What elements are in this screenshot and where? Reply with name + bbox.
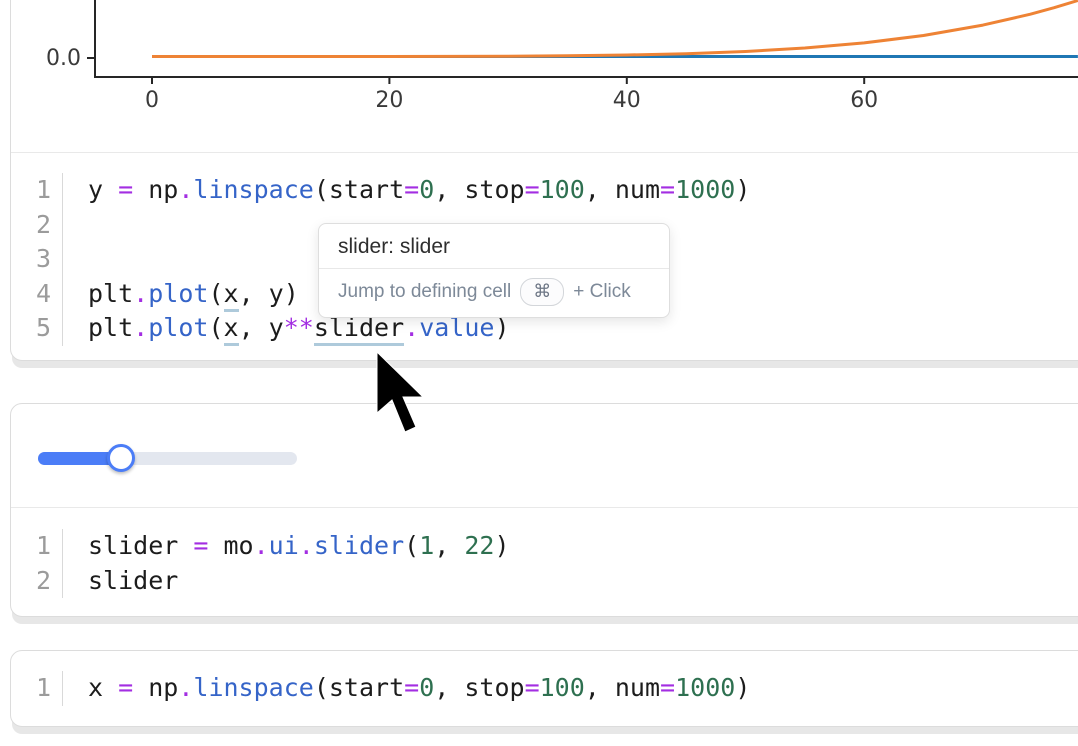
code-token: (start (314, 673, 404, 702)
code-token: ) (735, 673, 750, 702)
cell-output-slider (11, 404, 1078, 508)
code-token: . (254, 531, 269, 560)
x-tick-label: 0 (145, 88, 159, 113)
code-token: , num (585, 673, 660, 702)
x-tick-label: 40 (613, 88, 641, 113)
line-number: 5 (11, 311, 63, 346)
code-token: 0 (419, 175, 434, 204)
code-token: 22 (464, 531, 494, 560)
code-token: mo (208, 531, 253, 560)
code-text: x = np.linspace(start=0, stop=100, num=1… (63, 671, 750, 706)
code-token: ) (735, 175, 750, 204)
variable-reference[interactable]: x (224, 279, 239, 312)
code-token: np (133, 673, 178, 702)
code-token: ui (269, 531, 299, 560)
y-tick-label: 0.0 (46, 46, 81, 71)
code-token: y (88, 175, 118, 204)
line-number: 4 (11, 277, 63, 312)
variable-reference[interactable]: x (224, 313, 239, 346)
code-token: . (133, 279, 148, 308)
code-token: = (118, 175, 133, 204)
code-token: , y) (239, 279, 299, 308)
code-token: linspace (193, 673, 313, 702)
code-token: . (299, 531, 314, 560)
slider-widget[interactable] (38, 452, 297, 465)
code-editor[interactable]: 1x = np.linspace(start=0, stop=100, num=… (11, 651, 1078, 726)
tooltip-title: slider: slider (319, 224, 669, 268)
code-token: ( (208, 279, 223, 308)
notebook-cell-x: 1x = np.linspace(start=0, stop=100, num=… (10, 650, 1078, 727)
code-token: linspace (193, 175, 313, 204)
code-token: (start (314, 175, 404, 204)
code-token: = (660, 673, 675, 702)
line-number: 1 (11, 671, 63, 706)
code-text: y = np.linspace(start=0, stop=100, num=1… (63, 173, 750, 208)
code-token: slider (88, 566, 178, 595)
code-token: = (193, 531, 208, 560)
cell-output-chart: 0.0 0 20 40 60 (11, 0, 1078, 153)
chart-line-y-power-slider-value (152, 1, 1078, 57)
code-text (63, 242, 103, 277)
code-token: , (434, 531, 464, 560)
code-token (88, 210, 103, 239)
line-number: 1 (11, 173, 63, 208)
code-token: , stop (434, 175, 524, 204)
code-text (63, 208, 103, 243)
tooltip-shortcut-suffix: + Click (573, 281, 631, 303)
line-number: 2 (11, 564, 63, 599)
code-text: slider (63, 564, 178, 599)
code-token: ** (284, 313, 314, 342)
matplotlib-figure: 0.0 0 20 40 60 (0, 0, 1078, 152)
code-token: , num (585, 175, 660, 204)
code-token: = (404, 673, 419, 702)
code-token: np (133, 175, 178, 204)
command-key-icon: ⌘ (520, 278, 564, 306)
code-token: . (178, 175, 193, 204)
code-token: . (133, 313, 148, 342)
line-number: 3 (11, 242, 63, 277)
code-line: 1x = np.linspace(start=0, stop=100, num=… (11, 671, 1078, 706)
code-token: 1 (419, 531, 434, 560)
code-token: 1000 (675, 673, 735, 702)
code-token: x (88, 673, 118, 702)
code-token: 100 (540, 175, 585, 204)
tooltip-action-label: Jump to defining cell (338, 281, 511, 303)
line-number: 2 (11, 208, 63, 243)
code-token: plot (148, 313, 208, 342)
code-token: plot (148, 279, 208, 308)
code-line: 1slider = mo.ui.slider(1, 22) (11, 529, 1078, 564)
code-editor[interactable]: 1slider = mo.ui.slider(1, 22)2slider (11, 508, 1078, 616)
code-token: ( (208, 313, 223, 342)
code-text: slider = mo.ui.slider(1, 22) (63, 529, 510, 564)
code-token (88, 244, 103, 273)
code-token: = (525, 175, 540, 204)
code-token: 1000 (675, 175, 735, 204)
code-token: 0 (419, 673, 434, 702)
code-token: ) (494, 531, 509, 560)
slider-thumb[interactable] (107, 444, 135, 472)
line-number: 1 (11, 529, 63, 564)
notebook-cell-slider: 1slider = mo.ui.slider(1, 22)2slider (10, 403, 1078, 617)
x-tick-label: 60 (850, 88, 878, 113)
tooltip-action-row: Jump to defining cell ⌘ + Click (319, 269, 669, 317)
code-token: slider (314, 531, 404, 560)
code-token: = (660, 175, 675, 204)
x-tick-label: 20 (375, 88, 403, 113)
code-token: = (118, 673, 133, 702)
code-line: 1y = np.linspace(start=0, stop=100, num=… (11, 173, 1078, 208)
code-token: plt (88, 279, 133, 308)
code-token: , y (239, 313, 284, 342)
code-token: = (404, 175, 419, 204)
code-token: ( (404, 531, 419, 560)
code-text: plt.plot(x, y) (63, 277, 299, 312)
code-token: slider (88, 531, 193, 560)
code-token: 100 (540, 673, 585, 702)
code-token: , stop (434, 673, 524, 702)
code-token: plt (88, 313, 133, 342)
variable-tooltip: slider: slider Jump to defining cell ⌘ +… (318, 223, 670, 318)
code-line: 2 slider (11, 564, 1078, 599)
code-token: . (178, 673, 193, 702)
code-token: = (525, 673, 540, 702)
